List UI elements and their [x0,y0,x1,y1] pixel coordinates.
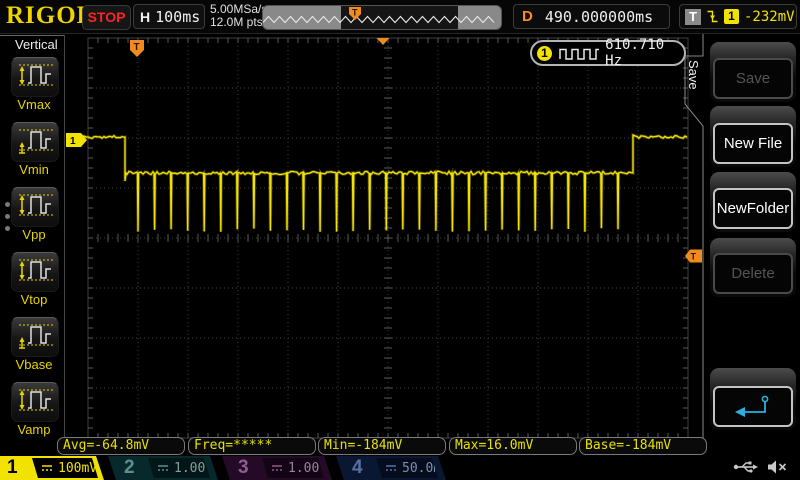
status-bar: RIGOL STOP H 100ms 5.00MSa/s 12.0M pts T… [0,0,800,34]
dc-coupling-icon [385,463,397,473]
waveform-display: 1 T T [0,0,800,480]
vamp-button[interactable] [11,382,59,422]
falling-edge-icon [706,9,719,24]
timebase-box: H 100ms [133,4,205,29]
vmin-button[interactable] [11,122,59,162]
menu-slot-delete: Delete [710,238,796,297]
trigger-source-badge: 1 [724,9,739,24]
delay-label: D [522,8,533,25]
delay-box: D 490.000000ms [513,4,670,29]
menu-page-dot [5,202,10,207]
svg-text:T: T [352,8,358,18]
measurement-avg: Avg=-64.8mV [57,437,185,455]
channel-1-number: 1 [7,457,18,479]
trigger-box: T 1 -232mV [679,4,797,29]
sidebar-title: Vertical [12,37,61,52]
delay-value: 490.000000ms [545,8,653,26]
channel-1-tab[interactable]: 1 100mV [0,456,104,480]
usb-icon [733,459,759,475]
new-file-button[interactable]: New File [713,123,793,164]
freq-channel-badge: 1 [537,46,552,61]
channel-4-number: 4 [352,457,363,479]
vbase-icon [15,321,55,354]
menu-slot-newfolder: NewFolder [710,172,796,232]
timebase-label: H [140,9,150,25]
dc-coupling-icon [41,463,53,473]
channel-3-number: 3 [238,457,249,479]
channel-2-number: 2 [124,457,135,479]
measurement-freq: Freq=***** [188,437,316,455]
vbase-button[interactable] [11,317,59,357]
sidebar-top-divider [0,35,64,36]
channel-2-scale-box: 1.00 V [144,458,210,478]
vbase-label: Vbase [0,357,68,372]
channel-2-scale: 1.00 V [174,461,221,476]
back-button[interactable] [713,386,793,427]
menu-page-dot [5,214,10,219]
square-wave-icon [558,46,599,61]
menu-page-dot [5,226,10,231]
dc-coupling-icon [271,463,283,473]
speaker-muted-icon [767,459,789,475]
vtop-icon [15,256,55,289]
save-button[interactable]: Save [713,58,793,99]
vtop-button[interactable] [11,252,59,292]
memory-waveform-preview: T [263,6,499,27]
run-state-indicator: STOP [82,5,131,30]
channel-4-scale-box: 50.0mV [372,458,438,478]
vmin-icon [15,126,55,159]
vamp-label: Vamp [0,422,68,437]
svg-text:1: 1 [70,136,76,147]
acquisition-info: 5.00MSa/s 12.0M pts [210,3,267,29]
vmin-label: Vmin [0,162,68,177]
timebase-value: 100ms [155,8,200,26]
trigger-level-value: -232mV [744,9,795,25]
vmax-button[interactable] [11,57,59,97]
delete-button[interactable]: Delete [713,253,793,294]
vpp-button[interactable] [11,187,59,227]
svg-text:T: T [134,42,140,53]
menu-slot-back [710,368,796,430]
vpp-label: Vpp [0,227,68,242]
menu-slot-save: Save [710,42,796,102]
vmax-icon [15,61,55,94]
trigger-label: T [685,9,701,25]
measurement-min: Min=-184mV [318,437,446,455]
channel-2-tab[interactable]: 2 1.00 V [108,456,218,480]
channel-3-scale: 1.00 V [288,461,335,476]
freq-value: 610.710 Hz [605,37,684,69]
dc-coupling-icon [157,463,169,473]
horizontal-position-strip: T [262,5,502,30]
vpp-icon [15,191,55,224]
menu-title: Save [686,60,701,90]
measurement-base: Base=-184mV [579,437,707,455]
memory-depth: 12.0M pts [210,16,267,29]
channel-3-tab[interactable]: 3 1.00 V [222,456,332,480]
vamp-icon [15,386,55,419]
channel-4-tab[interactable]: 4 50.0mV [336,456,446,480]
channel-3-scale-box: 1.00 V [258,458,324,478]
new-folder-button[interactable]: NewFolder [713,188,793,229]
frequency-counter: 1 610.710 Hz [530,40,686,66]
measurement-max: Max=16.0mV [449,437,577,455]
return-arrow-icon [732,394,774,420]
svg-text:T: T [691,252,697,262]
channel-status-bar: 1 100mV 2 1.00 V 3 1.00 V [0,456,800,480]
channel-4-scale: 50.0mV [402,461,449,476]
channel-1-scale-box: 100mV [28,458,98,478]
vmax-label: Vmax [0,97,68,112]
channel-1-scale: 100mV [58,461,97,476]
menu-slot-newfile: New File [710,106,796,167]
vtop-label: Vtop [0,292,68,307]
